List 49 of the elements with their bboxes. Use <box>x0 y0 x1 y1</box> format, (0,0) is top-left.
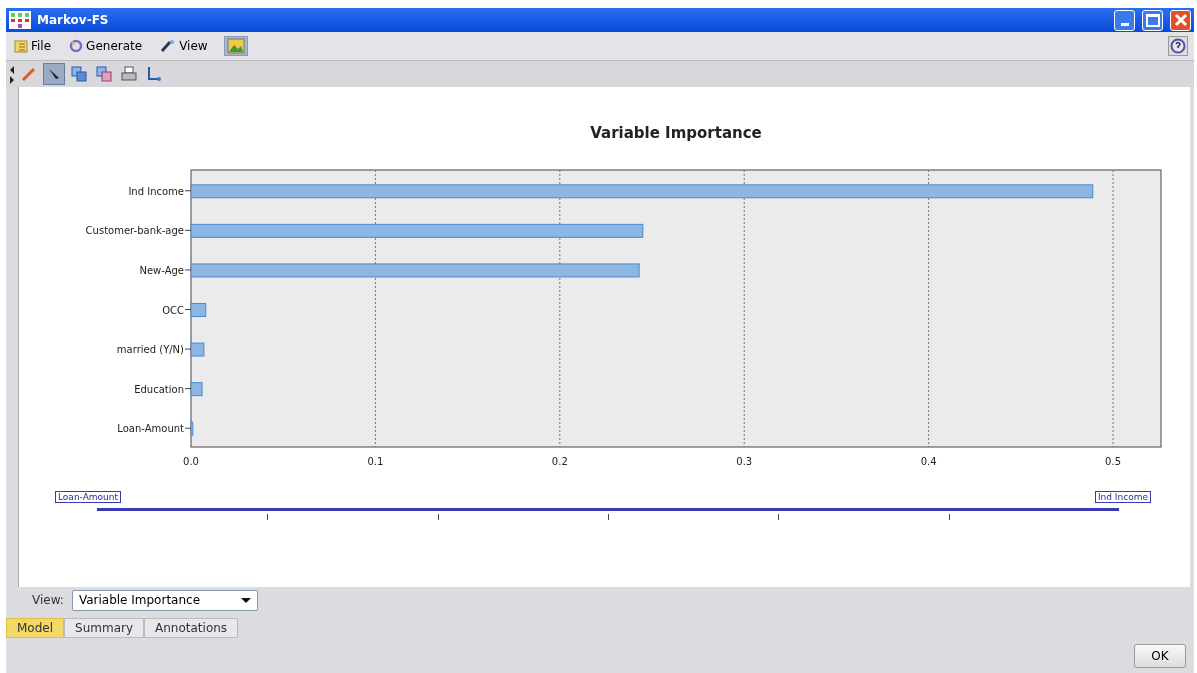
paste-icon <box>96 66 112 82</box>
landscape-icon <box>226 38 245 54</box>
window-title: Markov-FS <box>37 13 109 27</box>
tick-label: 0.4 <box>920 456 937 467</box>
axis-label: New-Age <box>139 264 184 276</box>
tick-label: 0.3 <box>736 456 753 467</box>
image-button[interactable] <box>223 36 248 56</box>
tab[interactable]: Summary <box>64 618 145 638</box>
grid-icon <box>9 11 31 29</box>
range-max-label: Ind Income <box>1094 491 1151 503</box>
menu-item[interactable]: View <box>158 37 210 55</box>
pointer-tool[interactable] <box>43 63 65 85</box>
folder-icon <box>14 39 28 53</box>
help-button[interactable] <box>1168 36 1188 56</box>
caret-icon <box>240 597 251 603</box>
print-icon <box>121 66 137 82</box>
chart-title: Variable Importance <box>590 124 762 142</box>
axis-label: Ind Income <box>128 185 184 197</box>
close-icon <box>1173 13 1188 27</box>
tick-label: 0.5 <box>1105 456 1121 467</box>
copy-icon <box>71 66 87 82</box>
axis-label: OCC <box>162 304 184 316</box>
paste-tool[interactable] <box>93 63 115 85</box>
minimize-button[interactable] <box>1114 9 1135 31</box>
close-button[interactable] <box>1170 9 1191 31</box>
ring-icon <box>69 39 84 53</box>
grip-icon <box>9 64 15 84</box>
axis-icon <box>146 66 162 82</box>
tick-label: 0.2 <box>551 456 568 467</box>
brush-icon <box>21 66 37 82</box>
range-slider[interactable] <box>97 508 1119 520</box>
axis-label: Loan-Amount <box>117 423 184 435</box>
menu-item[interactable]: Generate <box>67 37 145 55</box>
axis-label: Customer-bank-age <box>85 225 184 237</box>
tab[interactable]: Model <box>6 618 65 638</box>
tick-label: 0.1 <box>367 456 384 467</box>
menu-item[interactable]: File <box>12 37 54 55</box>
view-dropdown[interactable]: Variable Importance <box>71 589 258 611</box>
ok-button[interactable]: OK <box>1134 643 1186 668</box>
tab[interactable]: Annotations <box>144 618 239 638</box>
help-icon <box>1170 38 1186 54</box>
maximize-button[interactable] <box>1142 9 1163 31</box>
view-label: View: <box>32 593 64 607</box>
range-min-label: Loan-Amount <box>55 491 121 503</box>
wand-icon <box>160 39 177 53</box>
axis-label: married (Y/N) <box>116 344 184 356</box>
copy-tool[interactable] <box>68 63 90 85</box>
axis-label: Education <box>134 383 184 395</box>
tick-label: 0.0 <box>183 456 199 467</box>
